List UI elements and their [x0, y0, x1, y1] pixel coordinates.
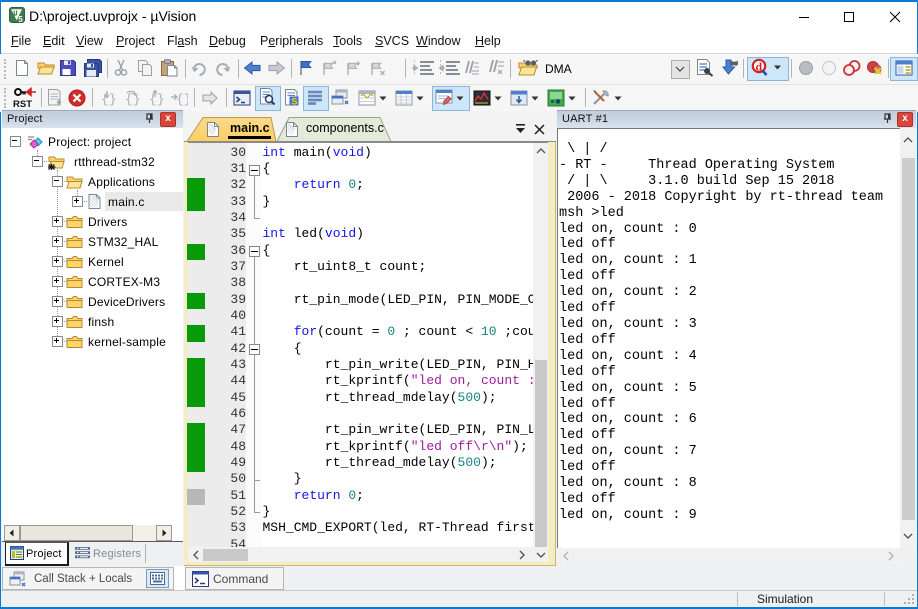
- svg-text:S: S: [291, 97, 297, 108]
- svg-text:{}: {}: [101, 92, 116, 107]
- svg-text:{}: {}: [176, 92, 188, 107]
- svg-text:{}: {}: [125, 92, 140, 107]
- svg-text:5: 5: [18, 15, 23, 23]
- svg-text:d: d: [756, 60, 763, 74]
- svg-text:{}: {}: [149, 92, 164, 107]
- svg-text:RST: RST: [13, 99, 32, 109]
